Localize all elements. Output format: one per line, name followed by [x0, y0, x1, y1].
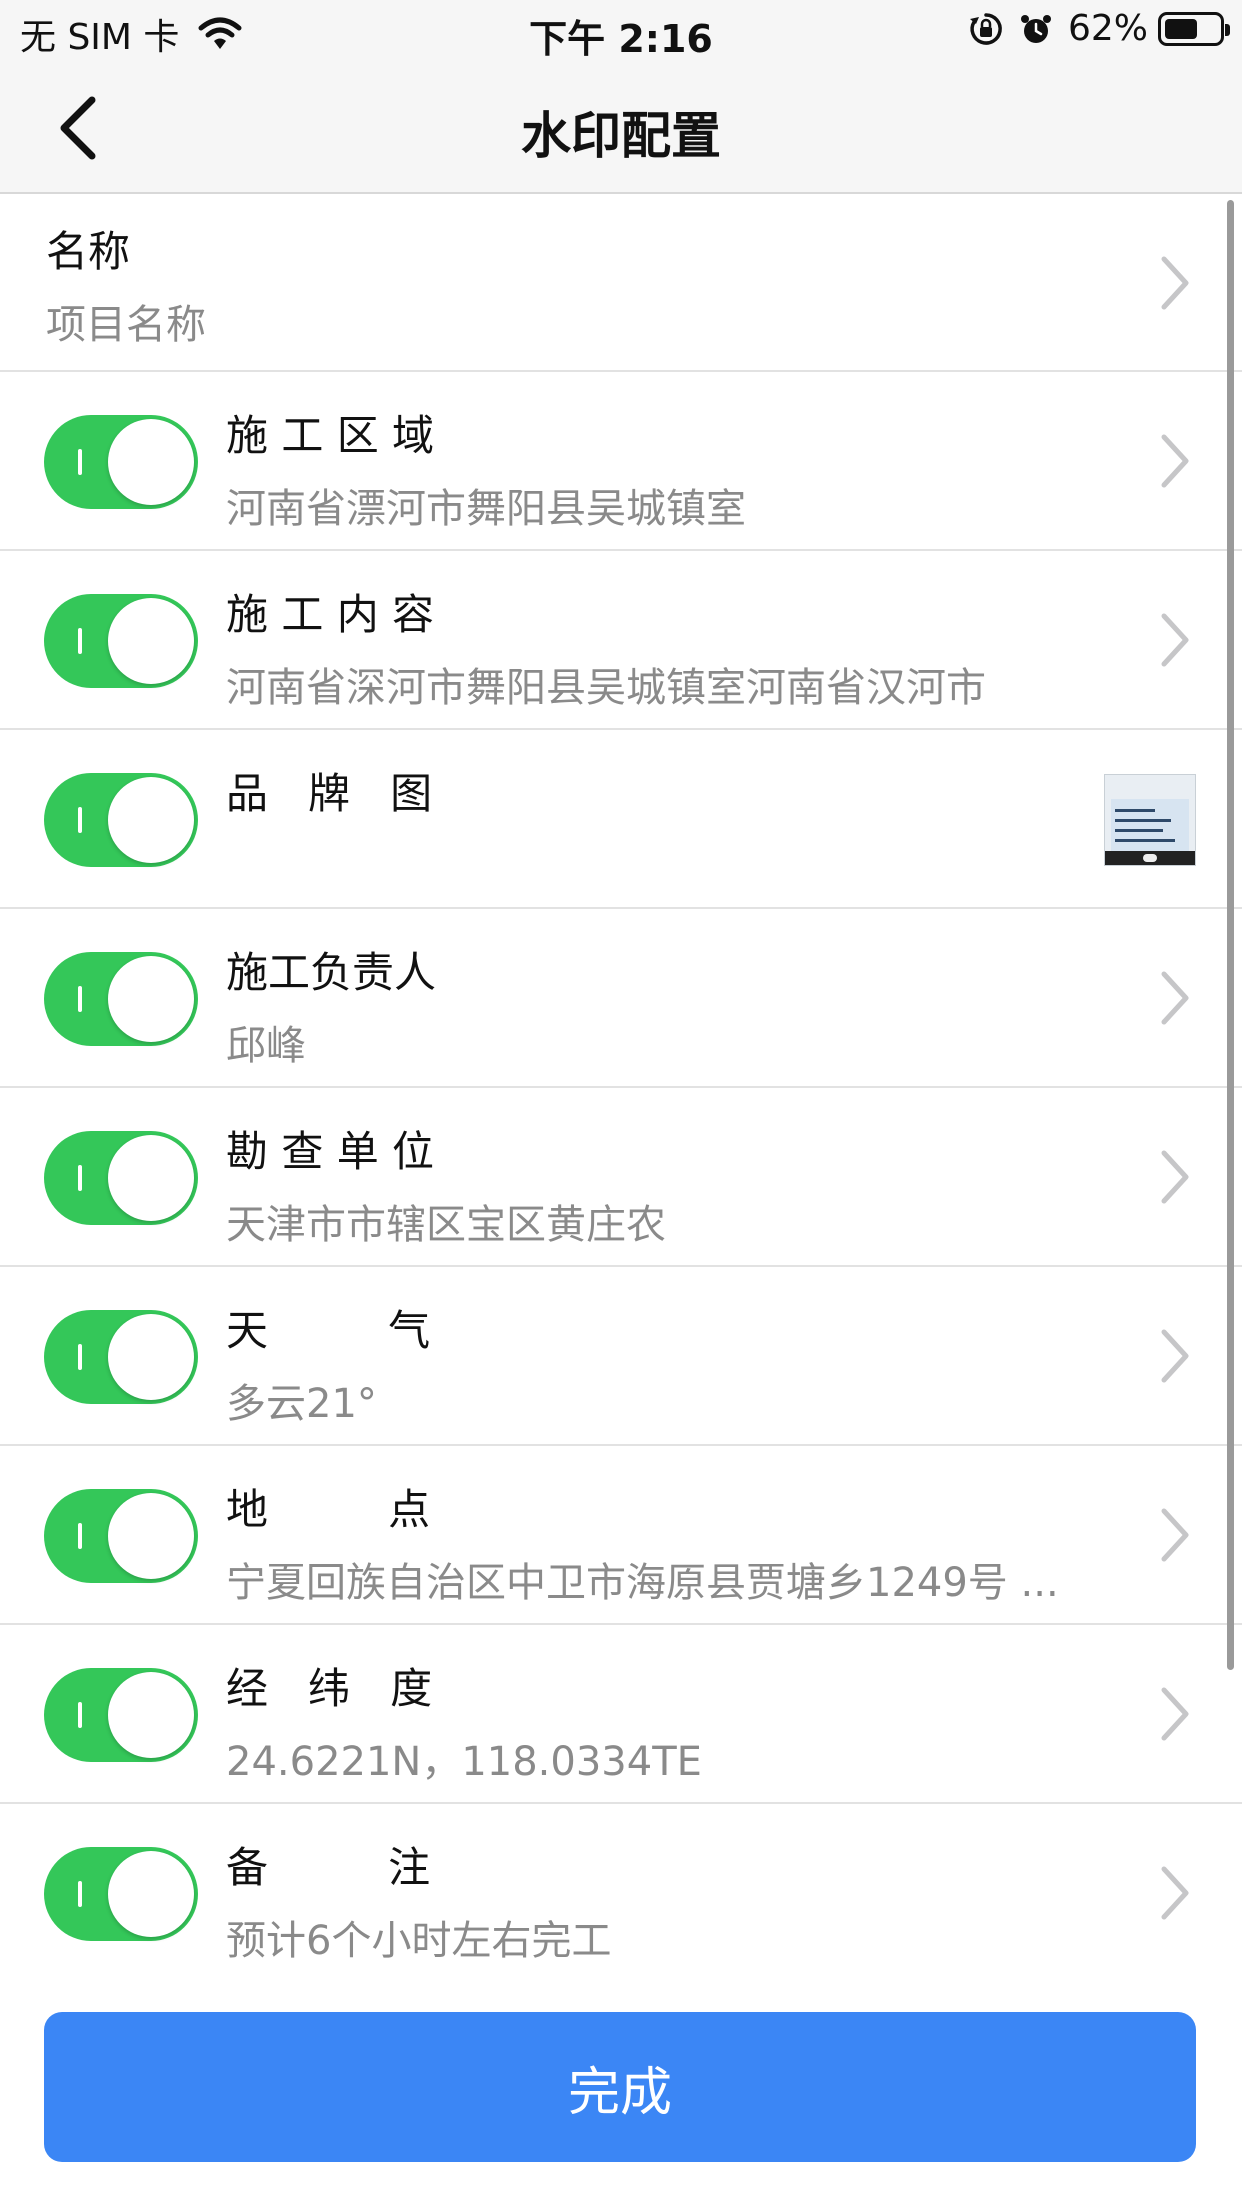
- row-title: 品 牌 图: [226, 769, 433, 818]
- row-survey-unit[interactable]: 勘 查 单 位 天津市市辖区宝区黄庄农: [0, 1088, 1242, 1267]
- row-title: 经 纬 度: [226, 1664, 433, 1713]
- toggle-on-mark: [78, 807, 82, 833]
- toggle-switch[interactable]: [44, 1310, 198, 1404]
- chevron-right-icon: [1161, 1866, 1189, 1920]
- toggle-switch[interactable]: [44, 773, 198, 867]
- toggle-switch[interactable]: [44, 1131, 198, 1225]
- row-value: 多云21°: [226, 1381, 377, 1427]
- toggle-knob: [108, 777, 194, 863]
- toggle-switch[interactable]: [44, 1489, 198, 1583]
- toggle-on-mark: [78, 1165, 82, 1191]
- thumbnail-line: [1115, 829, 1163, 832]
- toggle-on-mark: [78, 1523, 82, 1549]
- row-value: 项目名称: [46, 302, 206, 348]
- toggle-switch[interactable]: [44, 952, 198, 1046]
- done-button[interactable]: 完成: [44, 2012, 1196, 2162]
- battery-icon: [1158, 11, 1230, 46]
- settings-list: 名称 项目名称 施 工 区 域 河南省漂河市舞阳县吴城镇室 施 工 内 容 河南…: [0, 194, 1242, 1983]
- toggle-knob: [108, 1314, 194, 1400]
- status-right: 62%: [968, 8, 1230, 49]
- toggle-on-mark: [78, 449, 82, 475]
- chevron-right-icon: [1161, 434, 1189, 488]
- toggle-on-mark: [78, 986, 82, 1012]
- battery-fill: [1165, 18, 1197, 39]
- nav-bar: 水印配置: [0, 62, 1242, 194]
- row-title: 备 注: [226, 1843, 431, 1892]
- thumbnail-line: [1115, 819, 1171, 822]
- toggle-on-mark: [78, 1344, 82, 1370]
- thumbnail-line: [1115, 839, 1175, 842]
- chevron-right-icon: [1161, 971, 1189, 1025]
- toggle-on-mark: [78, 1881, 82, 1907]
- thumbnail-screen: [1111, 799, 1189, 853]
- status-bar: 无 SIM 卡 下午 2:16 62%: [0, 0, 1242, 62]
- row-brand-image[interactable]: 品 牌 图: [0, 730, 1242, 909]
- chevron-right-icon: [1161, 1329, 1189, 1383]
- toggle-knob: [108, 1851, 194, 1937]
- toggle-switch[interactable]: [44, 1847, 198, 1941]
- toggle-knob: [108, 1672, 194, 1758]
- row-value: 天津市市辖区宝区黄庄农: [226, 1202, 666, 1248]
- chevron-right-icon: [1161, 256, 1189, 310]
- row-value: 河南省漂河市舞阳县吴城镇室: [226, 486, 746, 532]
- toggle-switch[interactable]: [44, 415, 198, 509]
- row-remarks[interactable]: 备 注 预计6个小时左右完工: [0, 1804, 1242, 1983]
- toggle-switch[interactable]: [44, 594, 198, 688]
- row-title: 天 气: [226, 1306, 431, 1355]
- alarm-icon: [1018, 11, 1054, 47]
- thumbnail-line: [1115, 809, 1155, 812]
- row-value: 预计6个小时左右完工: [226, 1918, 612, 1964]
- thumbnail-dot: [1143, 854, 1157, 862]
- row-title: 施 工 内 容: [226, 590, 435, 639]
- row-construction-manager[interactable]: 施工负责人 邱峰: [0, 909, 1242, 1088]
- toggle-on-mark: [78, 628, 82, 654]
- row-construction-area[interactable]: 施 工 区 域 河南省漂河市舞阳县吴城镇室: [0, 372, 1242, 551]
- row-value: 宁夏回族自治区中卫市海原县贾塘乡1249号 ...: [226, 1560, 1059, 1606]
- toggle-knob: [108, 598, 194, 684]
- row-value: 邱峰: [226, 1023, 306, 1069]
- toggle-on-mark: [78, 1702, 82, 1728]
- row-construction-content[interactable]: 施 工 内 容 河南省深河市舞阳县吴城镇室河南省汉河市: [0, 551, 1242, 730]
- row-name[interactable]: 名称 项目名称: [0, 194, 1242, 372]
- row-value: 24.6221N，118.0334TE: [226, 1739, 702, 1785]
- chevron-right-icon: [1161, 613, 1189, 667]
- row-weather[interactable]: 天 气 多云21°: [0, 1267, 1242, 1446]
- row-coordinates[interactable]: 经 纬 度 24.6221N，118.0334TE: [0, 1625, 1242, 1804]
- chevron-right-icon: [1161, 1150, 1189, 1204]
- chevron-right-icon: [1161, 1687, 1189, 1741]
- row-value: 河南省深河市舞阳县吴城镇室河南省汉河市: [226, 665, 986, 711]
- battery-percent: 62%: [1067, 8, 1148, 49]
- row-title: 施 工 区 域: [226, 411, 435, 460]
- toggle-knob: [108, 956, 194, 1042]
- brand-thumbnail[interactable]: [1104, 774, 1196, 866]
- toggle-switch[interactable]: [44, 1668, 198, 1762]
- page-title: 水印配置: [521, 107, 721, 165]
- row-title: 名称: [46, 227, 131, 276]
- row-title: 勘 查 单 位: [226, 1127, 435, 1176]
- toggle-knob: [108, 419, 194, 505]
- row-title: 施工负责人: [226, 948, 437, 997]
- toggle-knob: [108, 1135, 194, 1221]
- rotation-lock-icon: [968, 11, 1004, 47]
- scrollbar[interactable]: [1227, 200, 1234, 1670]
- row-location[interactable]: 地 点 宁夏回族自治区中卫市海原县贾塘乡1249号 ...: [0, 1446, 1242, 1625]
- battery-cap: [1225, 23, 1230, 36]
- row-title: 地 点: [226, 1485, 431, 1534]
- toggle-knob: [108, 1493, 194, 1579]
- chevron-right-icon: [1161, 1508, 1189, 1562]
